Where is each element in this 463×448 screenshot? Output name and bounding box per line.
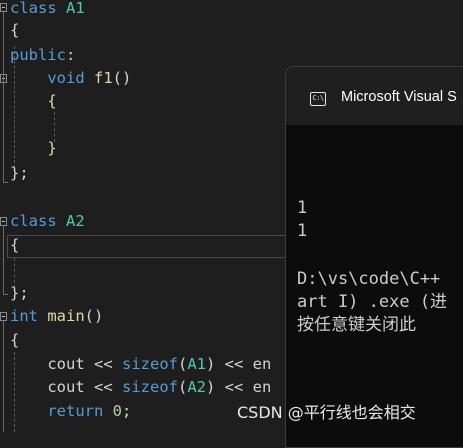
code-line[interactable]: }: [10, 137, 57, 160]
code-token: ) << en: [206, 355, 272, 373]
code-token: {: [10, 236, 20, 254]
code-line[interactable]: cout << sizeof(A2) << en: [10, 376, 271, 399]
code-token: {: [10, 331, 20, 349]
code-line[interactable]: public:: [10, 44, 75, 67]
fold-toggle-icon[interactable]: [0, 217, 7, 226]
code-token: ) << en: [206, 378, 272, 396]
console-titlebar[interactable]: C:\ Microsoft Visual S: [286, 67, 463, 125]
code-token: <<: [94, 355, 122, 373]
code-line[interactable]: };: [10, 162, 29, 185]
fold-toggle-icon[interactable]: [0, 3, 7, 12]
code-token: return: [47, 402, 113, 420]
console-output-line: 按任意键关闭此: [297, 315, 416, 335]
code-line[interactable]: void f1(): [10, 67, 131, 90]
code-line[interactable]: cout << sizeof(A1) << en: [10, 353, 271, 376]
code-line[interactable]: int main(): [10, 305, 103, 328]
console-output-line: art I) .exe (进: [297, 292, 448, 312]
code-token: class: [10, 0, 66, 17]
code-token: cout: [47, 355, 94, 373]
code-token: (): [84, 307, 104, 325]
code-token: {: [10, 21, 20, 39]
console-output-line: D:\vs\code\C++: [297, 269, 441, 289]
code-token: {: [47, 92, 57, 110]
current-line-highlight: [7, 235, 297, 258]
code-line[interactable]: {: [10, 19, 19, 42]
code-token: (): [112, 69, 132, 87]
fold-guide-line: [3, 226, 4, 294]
code-token: sizeof: [122, 355, 178, 373]
code-token: };: [10, 284, 29, 302]
code-token: main: [47, 307, 85, 325]
code-token: 0: [112, 402, 122, 420]
fold-guide-end: [3, 182, 8, 183]
code-token: }: [47, 139, 57, 157]
code-token: (: [178, 378, 188, 396]
fold-toggle-icon[interactable]: [0, 312, 7, 321]
code-token: sizeof: [122, 378, 178, 396]
terminal-icon: C:\: [310, 92, 326, 106]
fold-guide-end: [3, 294, 8, 295]
code-token: A1: [187, 355, 207, 373]
code-token: <<: [94, 378, 122, 396]
code-token: };: [10, 164, 29, 182]
fold-guide-line: [3, 12, 4, 182]
code-line[interactable]: {: [10, 234, 19, 257]
code-token: A1: [66, 0, 85, 17]
code-token: (: [178, 355, 188, 373]
code-line[interactable]: class A2: [10, 210, 85, 233]
code-token: A2: [66, 212, 85, 230]
code-token: class: [10, 212, 66, 230]
code-token: A2: [187, 378, 207, 396]
code-line[interactable]: return 0;: [10, 400, 131, 423]
code-line[interactable]: {: [10, 90, 57, 113]
code-token: int: [10, 307, 48, 325]
code-line[interactable]: };: [10, 282, 29, 305]
console-output-line: 1: [297, 221, 308, 241]
code-token: :: [66, 46, 76, 64]
code-token: f1: [94, 69, 113, 87]
code-token: public: [10, 46, 66, 64]
console-title: Microsoft Visual S: [341, 89, 457, 105]
code-line[interactable]: class A1: [10, 0, 85, 20]
code-token: void: [47, 69, 94, 87]
code-token: cout: [47, 378, 94, 396]
console-window[interactable]: C:\ Microsoft Visual S 1 1 D:\vs\code\C+…: [285, 66, 463, 448]
watermark: CSDN @平行线也会相交: [237, 403, 416, 422]
console-output-line: 1: [297, 198, 308, 218]
code-token: ;: [122, 402, 132, 420]
fold-guide-line: [3, 321, 4, 432]
code-line[interactable]: {: [10, 329, 19, 352]
